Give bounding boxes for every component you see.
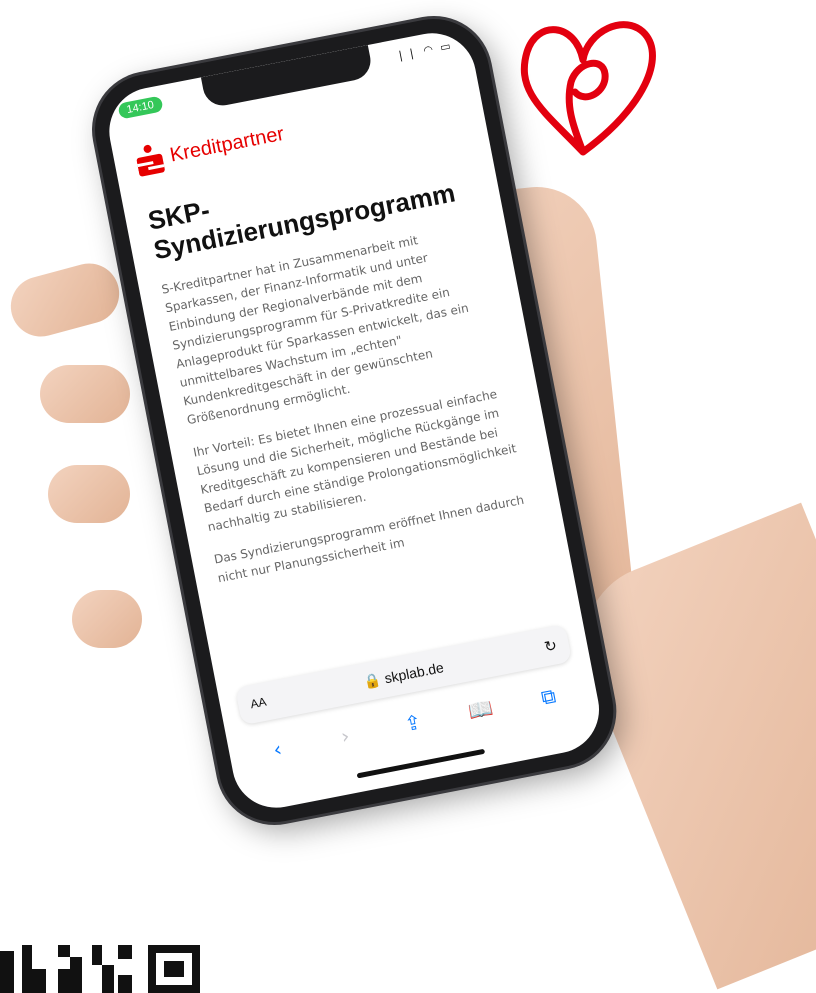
qr-code-fragment [0,945,200,993]
web-content: Kreditpartner SKP-Syndizierungsprogramm … [133,79,558,674]
heart-icon [520,21,656,156]
share-icon[interactable]: ⇪ [393,708,433,738]
scene: 14:10 ❘❘ ◠ ▭ Kreditpartner SKP-Syndizier… [0,0,816,993]
signal-wifi-battery-icon: ❘❘ ◠ ▭ [394,38,454,63]
bookmarks-icon[interactable]: 📖 [461,694,501,724]
hand-finger [72,590,142,648]
url-text: skplab.de [383,658,445,686]
forward-icon[interactable]: › [325,721,365,751]
hand-finger [40,365,130,423]
sparkasse-logo-icon [134,143,166,177]
brand-name: Kreditpartner [168,122,286,167]
tabs-icon[interactable]: ⧉ [528,681,568,711]
back-icon[interactable]: ‹ [258,734,298,764]
text-size-button[interactable]: AA [249,695,267,712]
status-time: 14:10 [117,95,164,120]
hand-finger [48,465,130,523]
hand-fingers [4,256,126,344]
